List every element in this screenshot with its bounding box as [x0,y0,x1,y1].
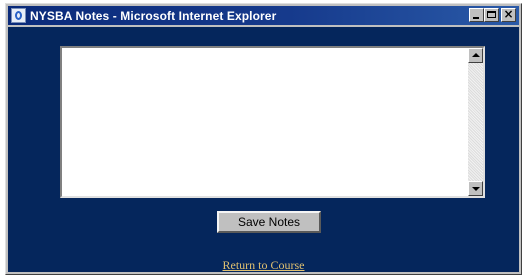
title-bar[interactable]: NYSBA Notes - Microsoft Internet Explore… [8,6,519,25]
minimize-icon [473,17,479,19]
maximize-button[interactable] [484,8,499,22]
close-button[interactable]: × [501,7,516,22]
save-notes-button[interactable]: Save Notes [217,211,321,233]
page-content: Save Notes Return to Course [8,27,519,272]
window-title: NYSBA Notes - Microsoft Internet Explore… [30,8,277,23]
internet-explorer-icon[interactable] [11,8,26,23]
return-link-container: Return to Course [8,256,519,274]
return-to-course-link[interactable]: Return to Course [223,258,305,272]
notes-textarea[interactable] [62,48,467,196]
arrow-down-icon [472,187,480,191]
scroll-up-button[interactable] [468,48,483,63]
scroll-down-button[interactable] [468,181,483,196]
close-icon: × [503,7,514,21]
arrow-up-icon [472,53,480,57]
notes-textarea-frame [60,46,485,198]
minimize-button[interactable] [469,8,484,22]
maximize-icon [487,11,496,18]
notes-scrollbar[interactable] [468,48,483,196]
window-controls: × [469,7,516,22]
browser-window: NYSBA Notes - Microsoft Internet Explore… [5,3,522,275]
